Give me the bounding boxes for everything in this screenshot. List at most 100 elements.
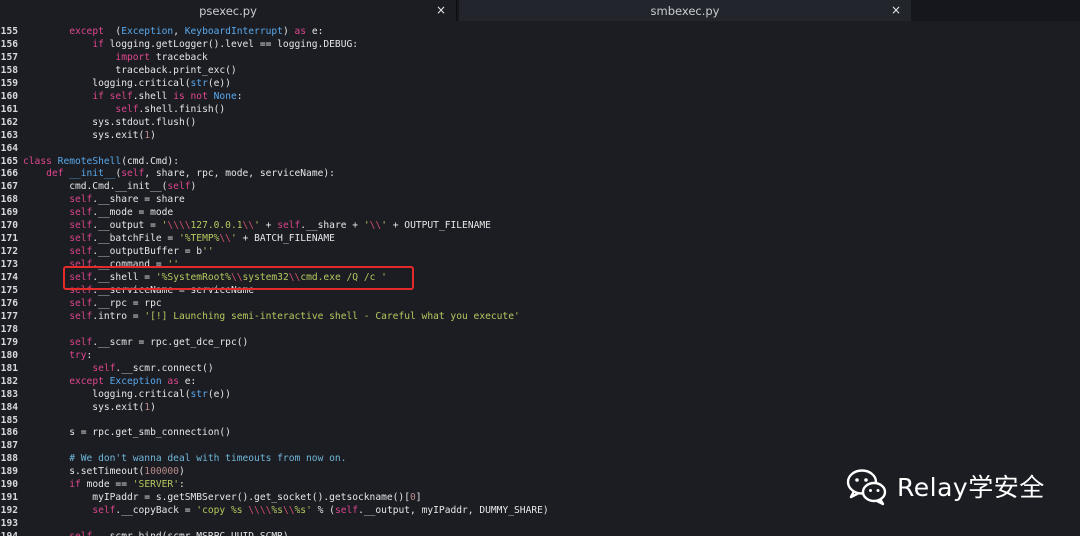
code-token: 'SERVER'	[132, 479, 179, 491]
code-token: .__outputBuffer = b	[92, 246, 203, 258]
code-token: s = rpc.get_smb_connection()	[23, 427, 231, 439]
code-text: self.__scmr.bind(scmr.MSRPC_UUID_SCMR)	[23, 530, 289, 536]
code-text: import traceback	[23, 51, 207, 64]
code-line: 160 if self.shell is not None:	[0, 90, 1080, 103]
wechat-icon	[846, 469, 887, 506]
code-line: 168 self.__share = share	[0, 193, 1080, 206]
code-token: (e))	[207, 77, 231, 89]
line-number: 184	[0, 401, 18, 413]
line-number: 167	[0, 181, 18, 193]
code-text: # We don't wanna deal with timeouts from…	[23, 452, 346, 465]
close-icon[interactable]: ×	[891, 3, 901, 17]
code-text: myIPaddr = s.getSMBServer().get_socket()…	[23, 491, 422, 504]
code-token: .shell	[132, 90, 174, 102]
code-line: 161 self.shell.finish()	[0, 103, 1080, 116]
code-token: .__batchFile =	[92, 233, 179, 245]
tab-label: psexec.py	[199, 3, 257, 18]
line-number: 174	[0, 272, 18, 284]
code-text: self.__scmr = rpc.get_dce_rpc()	[23, 336, 248, 349]
code-token: str	[190, 388, 208, 400]
code-line: 156 if logging.getLogger().level == logg…	[0, 38, 1080, 51]
code-token: def	[46, 168, 64, 180]
code-token: .__scmr.connect()	[115, 362, 214, 374]
code-line: 178	[0, 323, 1080, 336]
line-number: 171	[0, 233, 18, 245]
line-number: 169	[0, 207, 18, 219]
code-token: :	[86, 349, 93, 361]
line-number: 186	[0, 427, 18, 439]
code-text: cmd.Cmd.__init__(self)	[23, 180, 196, 193]
code-token: if	[92, 90, 104, 102]
code-token: # We don't wanna deal with timeouts from…	[69, 453, 347, 465]
line-number: 185	[0, 414, 18, 426]
code-line: 162 sys.stdout.flush()	[0, 116, 1080, 129]
code-token: %s	[271, 505, 283, 517]
code-line: 185	[0, 414, 1080, 427]
code-token: .__output, myIPaddr, DUMMY_SHARE)	[358, 505, 549, 517]
code-token: Exception	[121, 26, 174, 37]
tab-bar: psexec.py × smbexec.py ×	[0, 0, 1080, 21]
line-number: 188	[0, 453, 18, 465]
line-number: 165	[0, 155, 18, 167]
code-token: sys.exit(	[23, 401, 145, 413]
code-token: +	[259, 220, 278, 232]
code-text: except (Exception, KeyboardInterrupt) as…	[23, 25, 323, 38]
line-number: 175	[0, 285, 18, 296]
code-text: try:	[23, 349, 92, 362]
code-token: try	[69, 349, 87, 361]
code-token: '[!] Launching semi-interactive shell - …	[144, 310, 520, 322]
tab-psexec[interactable]: psexec.py ×	[0, 0, 457, 21]
code-token: .shell.finish()	[138, 103, 226, 115]
line-number: 193	[0, 518, 18, 530]
code-line: 155 except (Exception, KeyboardInterrupt…	[0, 25, 1080, 38]
line-number: 183	[0, 388, 18, 400]
line-number: 177	[0, 310, 18, 322]
code-token: %s'	[294, 505, 312, 517]
code-token: ''	[202, 246, 214, 258]
code-token: (cmd.Cmd):	[121, 155, 179, 167]
line-number: 168	[0, 194, 18, 206]
code-token: as	[167, 375, 179, 387]
code-token: self	[69, 336, 93, 348]
code-token: , share, rpc, mode, serviceName):	[144, 168, 335, 180]
code-line: 182 except Exception as e:	[0, 375, 1080, 388]
code-token: e:	[306, 26, 324, 37]
code-token: \\	[219, 233, 231, 245]
code-token: self	[109, 90, 133, 102]
code-token: :	[236, 90, 243, 102]
code-line: 177 self.intro = '[!] Launching semi-int…	[0, 310, 1080, 323]
line-number: 159	[0, 77, 18, 89]
code-token: str	[190, 77, 208, 89]
code-token: ]	[415, 492, 422, 504]
code-line: 179 self.__scmr = rpc.get_dce_rpc()	[0, 336, 1080, 349]
code-token: .__scmr.bind(scmr.MSRPC_UUID_SCMR)	[92, 531, 288, 536]
code-token: .__copyBack =	[115, 505, 197, 517]
highlight-box	[63, 266, 414, 290]
close-icon[interactable]: ×	[436, 3, 446, 17]
tab-smbexec[interactable]: smbexec.py ×	[459, 0, 911, 21]
code-text: self.__batchFile = '%TEMP%\\' + BATCH_FI…	[23, 232, 335, 245]
code-line: 188 # We don't wanna deal with timeouts …	[0, 452, 1080, 465]
code-token: .__scmr = rpc.get_dce_rpc()	[92, 336, 249, 348]
code-line: 183 logging.critical(str(e))	[0, 388, 1080, 401]
code-line: 164	[0, 142, 1080, 155]
code-line: 167 cmd.Cmd.__init__(self)	[0, 180, 1080, 193]
code-token: self	[69, 531, 92, 536]
code-token: .__output =	[92, 220, 162, 232]
code-token: logging.critical(	[23, 388, 191, 400]
code-text: class RemoteShell(cmd.Cmd):	[23, 155, 179, 168]
code-line: 194 self.__scmr.bind(scmr.MSRPC_UUID_SCM…	[0, 530, 1080, 536]
code-token: None	[213, 90, 237, 102]
code-text: traceback.print_exc()	[23, 64, 236, 77]
code-line: 159 logging.critical(str(e))	[0, 77, 1080, 90]
